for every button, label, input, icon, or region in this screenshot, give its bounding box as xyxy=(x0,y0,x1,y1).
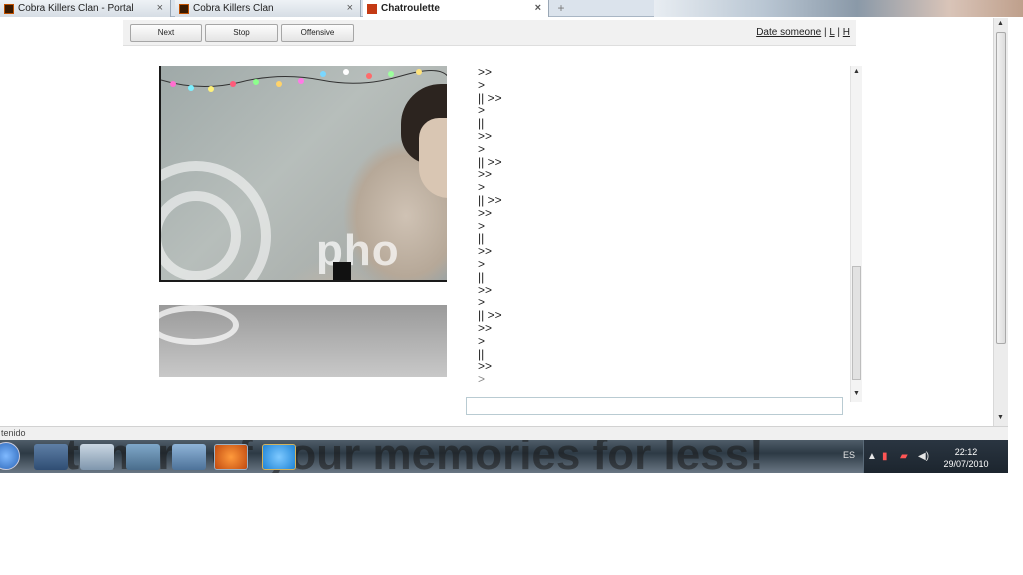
date-someone-link[interactable]: Date someone xyxy=(756,27,821,38)
cobra-clan-icon xyxy=(179,3,189,14)
close-icon[interactable]: × xyxy=(535,2,541,14)
close-icon[interactable]: × xyxy=(347,2,353,14)
browser-tab-strip: Cobra Killers Clan - Portal × Cobra Kill… xyxy=(0,0,1023,17)
chat-line: > xyxy=(478,256,486,271)
paint-icon[interactable] xyxy=(126,444,160,470)
chat-line: >> xyxy=(478,320,493,335)
chat-line: > xyxy=(478,372,486,387)
chat-line: || xyxy=(478,231,485,246)
scroll-up-icon[interactable]: ▲ xyxy=(997,20,1004,27)
windows-taskbar: at more of your memories for less! xyxy=(0,440,1008,473)
top-links: Date someone | L | H xyxy=(756,27,850,38)
tab-label: Cobra Killers Clan xyxy=(193,3,274,14)
stop-button[interactable]: Stop xyxy=(205,24,278,42)
scroll-down-icon[interactable]: ▼ xyxy=(853,390,860,397)
chat-line: || >> xyxy=(478,308,502,323)
chat-scroll-thumb[interactable] xyxy=(852,266,861,380)
chat-line: || >> xyxy=(478,154,502,169)
page-scrollbar[interactable]: ▲ ▼ xyxy=(993,18,1008,426)
chat-line: || xyxy=(478,346,485,361)
users-icon[interactable] xyxy=(172,444,206,470)
next-button[interactable]: Next xyxy=(130,24,202,42)
explorer-icon[interactable] xyxy=(80,444,114,470)
scroll-down-icon[interactable]: ▼ xyxy=(997,414,1004,421)
own-video xyxy=(159,305,447,426)
chat-line: || >> xyxy=(478,192,502,207)
volume-icon[interactable]: ◀) xyxy=(918,451,929,462)
clock-time: 22:12 xyxy=(954,447,978,457)
watermark-text: pho xyxy=(316,226,400,275)
language-indicator[interactable]: ES xyxy=(843,450,855,460)
chat-log: >> > || >> > || >> > || >> >> > || >> >> > || >> > || >> >… xyxy=(466,66,852,390)
separator: | xyxy=(834,27,843,38)
chat-line: >> xyxy=(478,244,493,259)
clock-date: 29/07/2010 xyxy=(943,459,989,469)
chat-line: >> xyxy=(478,66,493,79)
chat-line: >> xyxy=(478,282,493,297)
chat-line: > xyxy=(478,295,486,310)
tab-label: Chatroulette xyxy=(381,3,440,14)
chat-line: >> xyxy=(478,128,493,143)
partner-video: pho xyxy=(159,66,447,282)
chat-line: > xyxy=(478,141,486,156)
own-video-blank xyxy=(159,377,447,426)
chat-line: > xyxy=(478,180,486,195)
chat-line: > xyxy=(478,103,486,118)
page-scroll-thumb[interactable] xyxy=(996,32,1006,344)
media-player-icon[interactable] xyxy=(34,444,68,470)
close-icon[interactable]: × xyxy=(157,2,163,14)
start-button-icon[interactable] xyxy=(0,442,20,470)
tab-cobra-portal[interactable]: Cobra Killers Clan - Portal × xyxy=(0,0,171,17)
show-hidden-icon[interactable]: ▲ xyxy=(867,451,877,462)
christmas-lights xyxy=(161,69,447,92)
scroll-up-icon[interactable]: ▲ xyxy=(853,68,860,75)
chat-line: >> xyxy=(478,167,493,182)
link-h[interactable]: H xyxy=(843,27,850,38)
chat-message-input[interactable] xyxy=(466,397,843,415)
chat-line: || xyxy=(478,269,485,284)
chat-line: || xyxy=(478,116,485,131)
skype-icon[interactable] xyxy=(262,444,296,470)
firefox-icon[interactable] xyxy=(214,444,248,470)
chat-line: >> xyxy=(478,359,493,374)
status-bar: tenido xyxy=(0,426,1008,440)
chat-toolbar: Next Stop Offensive Date someone | L | H xyxy=(123,20,856,46)
browser-theme-art xyxy=(654,0,1023,17)
chat-line: > xyxy=(478,218,486,233)
tab-label: Cobra Killers Clan - Portal xyxy=(18,3,134,14)
tab-chatroulette[interactable]: Chatroulette × xyxy=(363,0,549,17)
tab-cobra-clan[interactable]: Cobra Killers Clan × xyxy=(175,0,361,17)
chat-line: || >> xyxy=(478,90,502,105)
power-icon[interactable]: ▮ xyxy=(882,451,888,462)
chat-line: >> xyxy=(478,205,493,220)
cursor-overlay xyxy=(333,262,351,280)
person-face xyxy=(419,118,447,198)
new-tab-button[interactable]: + xyxy=(550,0,572,17)
network-icon[interactable]: ▰ xyxy=(900,451,908,462)
chat-line: > xyxy=(478,333,486,348)
cobra-clan-icon xyxy=(4,3,14,14)
chat-line: > xyxy=(478,77,486,92)
chat-scrollbar[interactable]: ▲ ▼ xyxy=(850,66,862,402)
offensive-button[interactable]: Offensive xyxy=(281,24,354,42)
chatroulette-icon xyxy=(367,3,377,14)
system-clock[interactable]: 22:12 29/07/2010 xyxy=(942,446,990,470)
